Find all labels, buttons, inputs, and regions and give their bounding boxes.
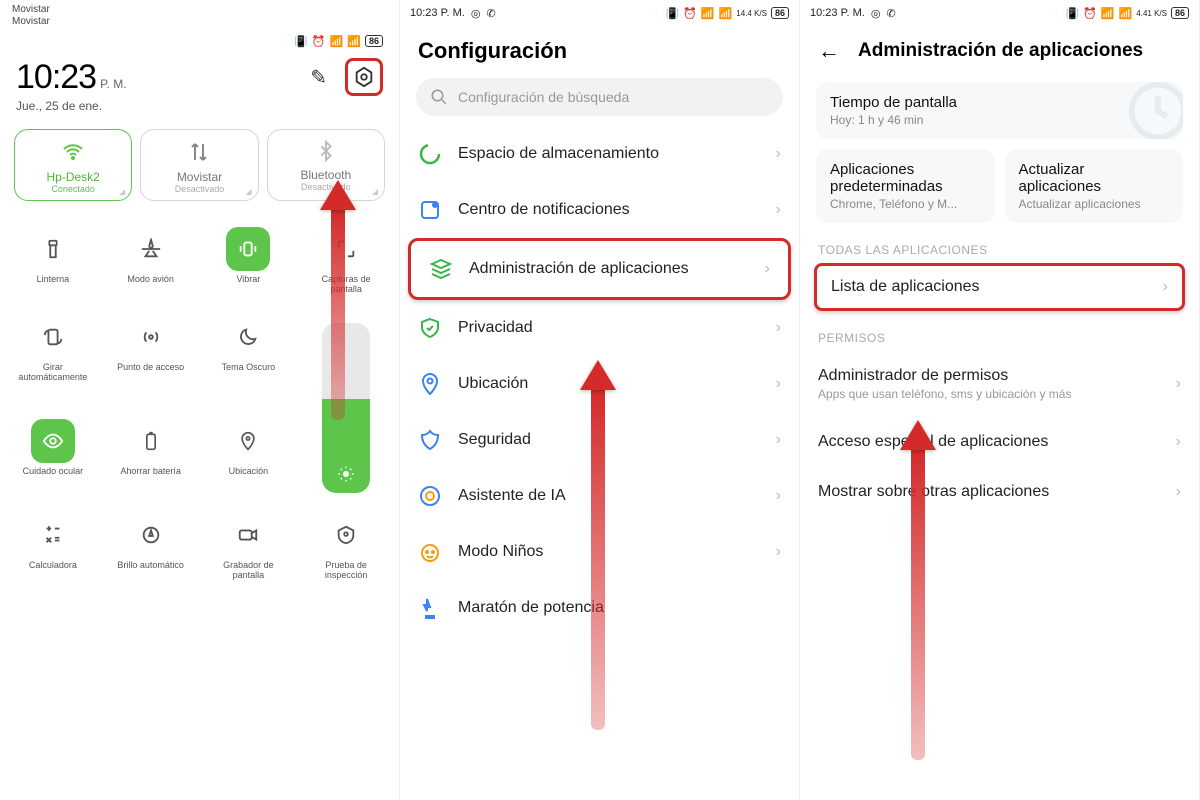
section-all-apps: TODAS LAS APLICACIONES bbox=[800, 223, 1199, 263]
search-icon bbox=[430, 88, 448, 106]
update-apps-card[interactable]: Actualizar aplicaciones Actualizar aplic… bbox=[1005, 149, 1184, 223]
signal-icon: 📶 bbox=[347, 35, 361, 48]
eyecare-toggle[interactable]: Cuidado ocular bbox=[4, 409, 102, 503]
location-toggle[interactable]: Ubicación bbox=[200, 409, 298, 503]
bluetooth-tile[interactable]: Bluetooth Desactivado ◢ bbox=[267, 129, 385, 201]
apps-icon bbox=[429, 257, 453, 281]
inspection-toggle[interactable]: Prueba de inspección bbox=[297, 503, 395, 591]
screenrecord-toggle[interactable]: Grabador de pantalla bbox=[200, 503, 298, 591]
storage-icon bbox=[418, 142, 442, 166]
status-bar: 📳 ⏰ 📶 📶 86 bbox=[284, 28, 393, 54]
screenshot-toggle[interactable]: Capturas de pantalla bbox=[297, 217, 395, 305]
volume-slider-cell[interactable] bbox=[297, 305, 395, 503]
clock-block: 10:23P. M. Jue., 25 de ene. bbox=[16, 58, 127, 113]
app-list-row[interactable]: Lista de aplicaciones› bbox=[814, 263, 1185, 311]
power-icon bbox=[418, 596, 442, 620]
settings-row-power-marathon[interactable]: Maratón de potencia bbox=[400, 580, 799, 636]
hotspot-toggle[interactable]: Punto de acceso bbox=[102, 305, 200, 409]
autobrightness-toggle[interactable]: Brillo automático bbox=[102, 503, 200, 591]
settings-row-location[interactable]: Ubicación› bbox=[400, 356, 799, 412]
permission-manager-row[interactable]: Administrador de permisos Apps que usan … bbox=[800, 351, 1199, 417]
airplane-toggle[interactable]: Modo avión bbox=[102, 217, 200, 305]
special-access-row[interactable]: Acceso especial de aplicaciones› bbox=[800, 417, 1199, 467]
vibrate-icon: 📳 bbox=[294, 35, 308, 48]
settings-gear-button[interactable] bbox=[345, 58, 383, 96]
settings-search[interactable]: Configuración de búsqueda bbox=[416, 78, 783, 116]
darkmode-toggle[interactable]: Tema Oscuro bbox=[200, 305, 298, 409]
settings-row-ai-assistant[interactable]: Asistente de IA› bbox=[400, 468, 799, 524]
kids-icon bbox=[418, 540, 442, 564]
clock-date: Jue., 25 de ene. bbox=[16, 99, 127, 113]
settings-row-kids-mode[interactable]: Modo Niños› bbox=[400, 524, 799, 580]
status-bar: 10:23 P. M.◎✆ 📳⏰📶📶4.41 K/S86 bbox=[800, 0, 1199, 26]
page-title: Configuración bbox=[400, 26, 799, 78]
autorotate-toggle[interactable]: Girar automáticamente bbox=[4, 305, 102, 409]
back-button[interactable]: ← bbox=[818, 38, 840, 64]
section-permissions: PERMISOS bbox=[800, 311, 1199, 351]
screen-app-management: 10:23 P. M.◎✆ 📳⏰📶📶4.41 K/S86 ← Administr… bbox=[800, 0, 1200, 800]
chevron-right-icon: › bbox=[776, 145, 781, 163]
mobile-data-tile[interactable]: Movistar Desactivado ◢ bbox=[140, 129, 258, 201]
chevron-right-icon: › bbox=[1163, 278, 1168, 296]
flashlight-toggle[interactable]: Linterna bbox=[4, 217, 102, 305]
clock-time: 10:23 bbox=[16, 58, 96, 96]
notification-icon bbox=[418, 198, 442, 222]
settings-row-notifications[interactable]: Centro de notificaciones› bbox=[400, 182, 799, 238]
instagram-icon: ◎ bbox=[471, 7, 481, 20]
settings-row-privacy[interactable]: Privacidad› bbox=[400, 300, 799, 356]
privacy-icon bbox=[418, 316, 442, 340]
default-apps-card[interactable]: Aplicaciones predeterminadas Chrome, Tel… bbox=[816, 149, 995, 223]
security-icon bbox=[418, 428, 442, 452]
carrier-label: Movistar Movistar bbox=[0, 0, 399, 28]
whatsapp-icon: ✆ bbox=[486, 7, 495, 20]
clock-icon bbox=[1123, 82, 1183, 139]
calculator-toggle[interactable]: Calculadora bbox=[4, 503, 102, 591]
screen-settings: 10:23 P. M.◎✆ 📳⏰📶📶14.4 K/S86 Configuraci… bbox=[400, 0, 800, 800]
status-bar: 10:23 P. M.◎✆ 📳⏰📶📶14.4 K/S86 bbox=[400, 0, 799, 26]
settings-row-app-management[interactable]: Administración de aplicaciones› bbox=[411, 241, 788, 297]
alarm-icon: ⏰ bbox=[312, 35, 326, 48]
location-icon bbox=[418, 372, 442, 396]
wifi-tile[interactable]: Hp-Desk2 Conectado ◢ bbox=[14, 129, 132, 201]
edit-icon[interactable]: ✎ bbox=[310, 65, 327, 90]
wifi-icon: 📶 bbox=[330, 35, 344, 48]
battery-saver-toggle[interactable]: Ahorrar batería bbox=[102, 409, 200, 503]
screentime-card[interactable]: Tiempo de pantalla Hoy: 1 h y 46 min bbox=[816, 82, 1183, 139]
vibrate-toggle[interactable]: Vibrar bbox=[200, 217, 298, 305]
ai-icon bbox=[418, 484, 442, 508]
battery-icon: 86 bbox=[365, 35, 383, 47]
settings-row-security[interactable]: Seguridad› bbox=[400, 412, 799, 468]
page-title: Administración de aplicaciones bbox=[858, 40, 1143, 62]
settings-row-storage[interactable]: Espacio de almacenamiento› bbox=[400, 126, 799, 182]
display-over-apps-row[interactable]: Mostrar sobre otras aplicaciones› bbox=[800, 467, 1199, 517]
screen-quick-settings: Movistar Movistar 📳 ⏰ 📶 📶 86 10:23P. M. … bbox=[0, 0, 400, 800]
